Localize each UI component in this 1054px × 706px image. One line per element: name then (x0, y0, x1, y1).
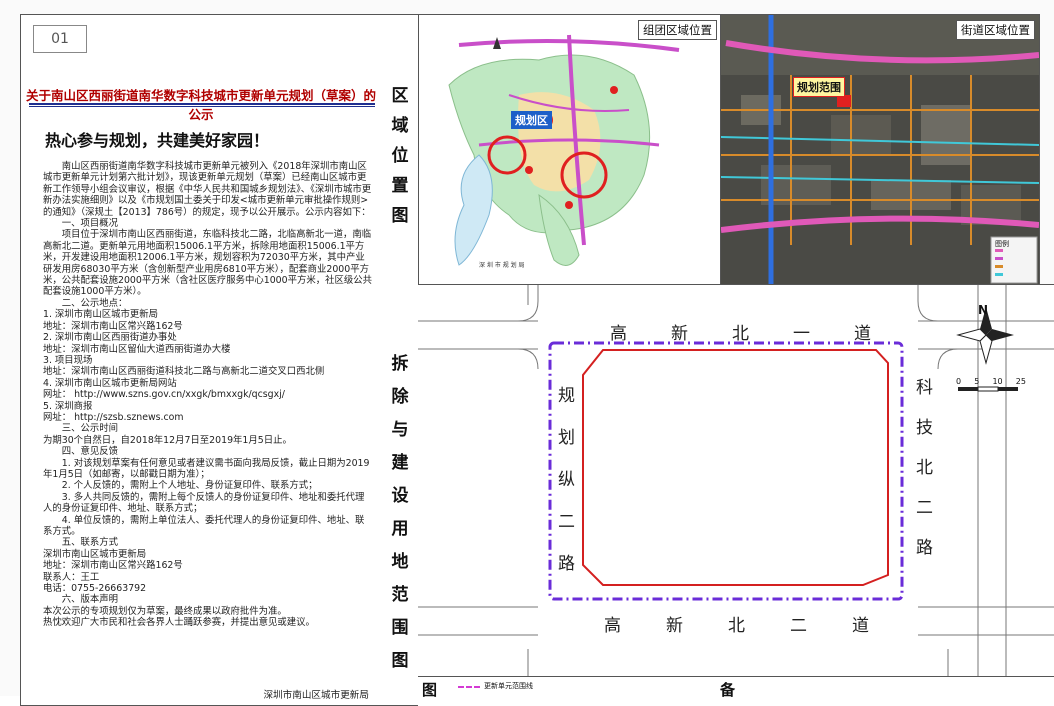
road-name-char: 高 (604, 616, 621, 636)
vertical-label-char: 除 (391, 387, 409, 407)
road-name-char: 二 (558, 512, 575, 532)
scale-label: 0 (956, 377, 962, 386)
legend-label: 图 (422, 681, 438, 699)
site-boundary-plan: N 0 5 10 25 高新北一道 高新北二道 科技北二路 规划纵二路 (418, 284, 1054, 697)
notice-paragraph: 三、公示时间 (61, 423, 119, 435)
legend-title: 图例 (995, 240, 1009, 248)
road-name-char: 高 (610, 324, 627, 344)
vertical-label-char: 用 (391, 519, 409, 539)
road-name-char: 科 (916, 378, 933, 398)
notice-paragraph: 地址：深圳市南山区西丽街道科技北二路与高新北二道交叉口西北侧 (43, 366, 325, 378)
notice-panel: 01 关于南山区西丽街道南华数字科技城市更新单元规划（草案）的公示 热心参与规划… (20, 14, 384, 706)
notice-paragraph: 2. 个人反馈的，需附上个人地址、身份证复印件、联系方式； (61, 480, 318, 492)
vertical-label-char: 拆 (391, 354, 409, 374)
notice-paragraph: 四、意见反馈 (61, 446, 119, 458)
road-name-char: 一 (793, 324, 810, 344)
notice-body: 南山区西丽街道南华数字科技城市更新单元被列入《2018年深圳市南山区城市更新单元… (43, 161, 373, 629)
notice-paragraph: 深圳市南山区城市更新局 (43, 548, 147, 560)
scale-label: 25 (1015, 377, 1026, 386)
remarks-label: 备 (720, 681, 736, 699)
legend-line-swatch (458, 686, 480, 690)
notice-paragraph: 本次公示的专项规划仅为草案，最终成果以政府批件为准。 (43, 605, 287, 617)
vertical-label-char: 图 (391, 206, 409, 226)
notice-paragraph: 3. 多人共同反馈的，需附上每个反馈人的身份证复印件、地址和委托代理人的身份证复… (43, 491, 365, 515)
vertical-label-char: 与 (391, 420, 409, 440)
vertical-label-char: 置 (391, 176, 409, 196)
vertical-label-char: 区 (391, 86, 409, 106)
plan-area-marker: 规划区 (511, 111, 552, 129)
vertical-label-char: 地 (391, 552, 409, 572)
notice-paragraph: 南山区西丽街道南华数字科技城市更新单元被列入《2018年深圳市南山区城市更新单元… (43, 161, 372, 218)
road-name-char: 路 (558, 554, 575, 574)
road-name-char: 道 (852, 616, 869, 636)
road-name-char: 北 (916, 458, 933, 478)
road-name-char: 新 (666, 616, 683, 636)
page-frame: 01 关于南山区西丽街道南华数字科技城市更新单元规划（草案）的公示 热心参与规划… (0, 0, 1054, 706)
street-map-tag: 街道区域位置 (956, 20, 1035, 40)
road-name-char: 道 (854, 324, 871, 344)
notice-paragraph: 5. 深圳商报 (43, 400, 93, 412)
vertical-label-char: 域 (391, 116, 409, 136)
notice-paragraph: 为期30个自然日，自2018年12月7日至2019年1月5日止。 (43, 434, 292, 446)
notice-paragraph: 网址： http://szsb.sznews.com (43, 411, 184, 423)
plan-scope-marker: 规划范围 (793, 77, 845, 97)
title-divider (29, 103, 375, 105)
road-name-char: 北 (728, 616, 745, 636)
legend-strip: 图 更新单元范围线 备 (418, 676, 1054, 699)
road-name-char: 划 (558, 428, 575, 448)
title-divider-thin (29, 106, 375, 107)
vertical-label-char: 位 (391, 146, 409, 166)
notice-paragraph: 项目位于深圳市南山区西丽街道，东临科技北二路，北临高新北一道，南临高新北二道。更… (43, 229, 372, 298)
road-name-char: 规 (558, 386, 575, 406)
street-map-graphic (721, 15, 1039, 285)
vertical-label-char: 图 (391, 651, 409, 671)
cluster-map-tag: 组团区域位置 (638, 20, 717, 40)
notice-paragraph: 4. 单位反馈的，需附上单位法人、委托代理人的身份证复印件、地址、联系方式。 (43, 514, 365, 537)
cluster-map-graphic: 深 圳 市 规 划 局 (419, 15, 721, 285)
road-name-char: 新 (671, 324, 688, 344)
road-name-char: 二 (916, 498, 933, 518)
slogan: 热心参与规划，共建美好家园！ (45, 131, 270, 150)
notice-paragraph: 电话：0755-26663792 (43, 583, 147, 595)
notice-paragraph: 地址：深圳市南山区常兴路162号 (43, 560, 183, 572)
notice-paragraph: 2. 深圳市南山区西丽街道办事处 (43, 332, 177, 344)
notice-paragraph: 六、版本声明 (61, 594, 119, 606)
north-label: N (978, 303, 989, 317)
road-name-char: 纵 (558, 470, 575, 490)
road-name-char: 二 (790, 616, 807, 636)
vertical-label-char: 设 (391, 486, 409, 506)
road-name-char: 北 (732, 324, 749, 344)
scale-label: 5 (974, 377, 980, 386)
vertical-label-char: 围 (391, 618, 409, 638)
notice-paragraph: 地址：深圳市南山区留仙大道西丽街道办大楼 (43, 343, 231, 355)
street-location-map: 街道区域位置 规划范围 图例 (720, 14, 1040, 286)
legend-text: 更新单元范围线 (484, 682, 533, 690)
notice-paragraph: 3. 项目现场 (43, 354, 93, 366)
svg-text:深 圳 市 规 划 局: 深 圳 市 规 划 局 (479, 261, 525, 269)
notice-paragraph: 1. 深圳市南山区城市更新局 (43, 309, 159, 321)
signature: 深圳市南山区城市更新局 (263, 690, 369, 701)
notice-paragraph: 4. 深圳市南山区城市更新局网站 (43, 377, 177, 389)
notice-paragraph: 网址： http://www.szns.gov.cn/xxgk/bmxxgk/q… (43, 389, 285, 401)
notice-paragraph: 1. 对该规划草案有任何意见或者建议需书面向我局反馈，截止日期为2019年1月5… (43, 457, 370, 480)
notice-paragraph: 地址：深圳市南山区常兴路162号 (43, 320, 183, 332)
scale-labels: 0 5 10 25 (956, 377, 1026, 386)
notice-paragraph: 联系人：王工 (43, 571, 100, 583)
cluster-location-map: 深 圳 市 规 划 局 组团区域位置 规划区 (418, 14, 722, 286)
page-number: 01 (33, 25, 87, 53)
vertical-label-char: 范 (391, 585, 409, 605)
vertical-label-column: 区域位置图 拆除与建设用地范围图 (382, 14, 418, 706)
notice-paragraph: 热忱欢迎广大市民和社会各界人士踊跃参赛，并提出意见或建议。 (43, 617, 315, 629)
road-name-char: 技 (916, 418, 933, 438)
notice-paragraph: 一、项目概况 (61, 218, 119, 230)
notice-paragraph: 五、联系方式 (61, 537, 119, 549)
scale-label: 10 (992, 377, 1003, 386)
vertical-label-char: 建 (391, 453, 409, 473)
road-name-char: 路 (916, 538, 933, 558)
notice-paragraph: 二、公示地点： (61, 297, 128, 309)
